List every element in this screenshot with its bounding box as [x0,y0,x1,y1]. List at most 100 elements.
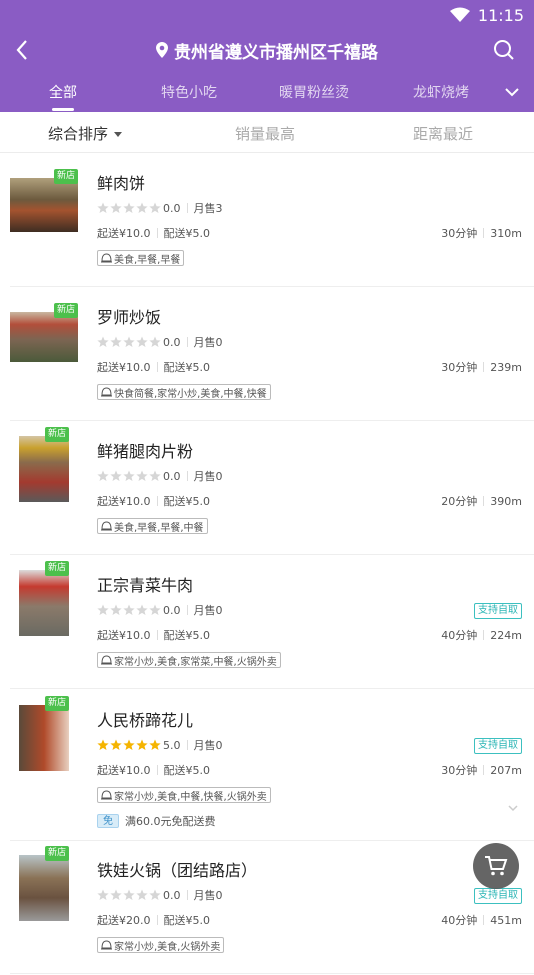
star-icon [110,604,122,615]
star-icon [149,336,161,347]
cart-button[interactable] [473,843,519,889]
time-distance: 40分钟 451m [441,912,522,928]
star-icon [123,470,135,481]
delivery-time: 40分钟 [441,629,478,642]
fee-row: 起送¥10.0 配送¥5.0 [97,359,210,375]
star-icon [97,739,109,750]
divider [483,915,485,925]
time-distance: 30分钟 239m [441,359,522,375]
cart-icon [485,856,508,876]
star-icon [149,202,161,213]
shop-item[interactable]: 新店 鲜肉饼 0.0 月售3 起送¥10.0 配送¥5.0 30分钟 310m [0,153,534,288]
shop-name: 鲜猪腿肉片粉 [97,442,194,461]
divider [186,740,188,750]
new-shop-tag: 新店 [45,696,69,711]
delivery-fee: 配送¥5.0 [163,361,211,374]
new-shop-tag: 新店 [45,561,69,576]
rating-stars [97,889,161,901]
star-icon [123,739,135,750]
rating-row: 0.0 月售0 [97,335,223,349]
search-button[interactable] [490,36,518,64]
tab-specialty-snacks[interactable]: 特色小吃 [161,82,217,102]
monthly-sales: 月售3 [193,202,223,215]
category-tags: 美食,早餐,早餐,中餐 [97,518,208,534]
shop-item[interactable]: 新店 鲜猪腿肉片粉 0.0 月售0 起送¥10.0 配送¥5.0 20分钟 39… [0,421,534,556]
category-text: 快食简餐,家常小炒,美食,中餐,快餐 [114,388,267,400]
tab-noodle-soup[interactable]: 暖胃粉丝烫 [279,82,349,102]
divider [483,630,485,640]
location-selector[interactable]: 贵州省遵义市播州区千禧路 [156,38,378,63]
star-icon [149,889,161,900]
location-text: 贵州省遵义市播州区千禧路 [174,42,378,63]
category-tags: 家常小炒,美食,中餐,快餐,火锅外卖 [97,787,271,803]
star-icon [97,470,109,481]
food-category-icon [101,521,112,531]
self-pickup-badge: 支持自取 [474,888,522,904]
shop-name: 正宗青菜牛肉 [97,576,194,595]
back-button[interactable] [8,36,36,64]
delivery-fee: 配送¥5.0 [163,227,211,240]
distance: 224m [490,628,522,642]
shop-item[interactable]: 新店 人民桥蹄花儿 5.0 月售0 支持自取 起送¥10.0 配送¥5.0 30… [0,690,534,841]
star-icon [136,202,148,213]
monthly-sales: 月售0 [193,604,223,617]
sort-comprehensive[interactable]: 综合排序 [48,123,123,144]
new-shop-tag: 新店 [45,846,69,861]
fee-row: 起送¥10.0 配送¥5.0 [97,225,210,241]
monthly-sales: 月售0 [193,739,223,752]
divider [156,228,158,238]
wifi-icon [449,7,470,22]
min-order: 起送¥10.0 [97,764,151,777]
sort-distance[interactable]: 距离最近 [413,123,473,144]
shop-thumbnail [19,705,69,771]
free-delivery-badge: 免 [97,814,119,828]
min-order: 起送¥10.0 [97,361,151,374]
time-distance: 20分钟 390m [441,493,522,509]
delivery-fee: 配送¥5.0 [163,495,211,508]
tab-crayfish-bbq[interactable]: 龙虾烧烤 [413,82,469,102]
fee-row: 起送¥10.0 配送¥5.0 [97,762,210,778]
star-icon [136,336,148,347]
rating-value: 0.0 [163,469,181,483]
divider [483,362,485,372]
rating-row: 0.0 月售3 [97,201,223,215]
sort-comprehensive-label: 综合排序 [48,125,109,143]
star-icon [123,202,135,213]
fee-row: 起送¥10.0 配送¥5.0 [97,627,210,643]
min-order: 起送¥10.0 [97,227,151,240]
fee-row: 起送¥10.0 配送¥5.0 [97,493,210,509]
star-icon [110,889,122,900]
rating-stars [97,604,161,616]
chevron-down-icon[interactable] [502,82,522,102]
food-category-icon [101,790,112,800]
expand-chevron-icon[interactable] [506,801,520,815]
new-shop-tag: 新店 [54,303,78,318]
self-pickup-badge: 支持自取 [474,738,522,754]
shop-name: 铁娃火锅（团结路店） [97,861,258,880]
food-category-icon [101,387,112,397]
shop-item[interactable]: 新店 正宗青菜牛肉 0.0 月售0 支持自取 起送¥10.0 配送¥5.0 40… [0,555,534,690]
sort-sales[interactable]: 销量最高 [235,123,295,144]
shop-item[interactable]: 新店 罗师炒饭 0.0 月售0 起送¥10.0 配送¥5.0 30分钟 239m [0,287,534,422]
monthly-sales: 月售0 [193,336,223,349]
category-text: 家常小炒,美食,中餐,快餐,火锅外卖 [114,791,267,803]
star-icon [136,604,148,615]
monthly-sales: 月售0 [193,470,223,483]
star-icon [136,470,148,481]
delivery-time: 30分钟 [441,764,478,777]
distance: 390m [490,494,522,508]
top-header: 11:15 贵州省遵义市播州区千禧路 全部 特色小吃 暖胃粉丝烫 龙虾烧烤 [0,0,534,112]
star-icon [97,604,109,615]
distance: 239m [490,360,522,374]
food-category-icon [101,253,112,263]
rating-row: 0.0 月售0 [97,469,223,483]
fee-row: 起送¥20.0 配送¥5.0 [97,912,210,928]
delivery-time: 30分钟 [441,227,478,240]
status-bar: 11:15 [449,4,524,26]
distance: 451m [490,913,522,927]
shop-item[interactable]: 新店 铁娃火锅（团结路店） 0.0 月售0 支持自取 起送¥20.0 配送¥5.… [0,840,534,975]
rating-value: 0.0 [163,335,181,349]
tab-all[interactable]: 全部 [49,82,77,102]
rating-value: 0.0 [163,888,181,902]
rating-value: 0.0 [163,603,181,617]
